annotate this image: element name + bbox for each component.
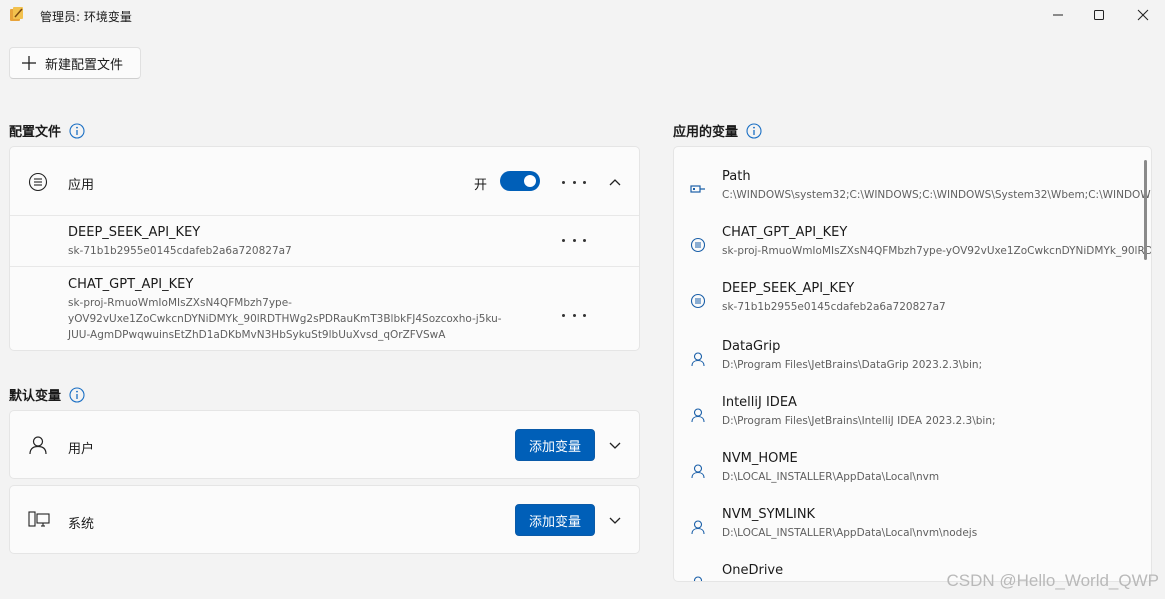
user-group-label: 用户 bbox=[68, 442, 95, 457]
profile-var-name: DEEP_SEEK_API_KEY bbox=[68, 225, 201, 240]
applied-var-name: NVM_HOME bbox=[722, 451, 798, 466]
new-profile-button[interactable]: 新建配置文件 bbox=[9, 47, 141, 79]
maximize-icon bbox=[1094, 10, 1104, 20]
profile-var-value-line: sk-proj-RmuoWmIoMIsZXsN4QFMbzh7ype- bbox=[68, 297, 292, 309]
path-icon bbox=[690, 185, 705, 193]
toggle-label: 开 bbox=[474, 178, 488, 193]
scrollbar[interactable] bbox=[1144, 160, 1147, 260]
list-item[interactable]: DataGrip D:\Program Files\JetBrains\Data… bbox=[674, 337, 1151, 393]
system-group-label: 系统 bbox=[68, 517, 95, 532]
profile-toggle[interactable] bbox=[500, 171, 540, 191]
profile-var-value-line: yOV92vUxe1ZoCwkcnDYNiDMYk_90lRDTHWg2sPDR… bbox=[68, 313, 502, 325]
title-bar: 管理员: 环境变量 bbox=[0, 0, 1165, 32]
user-icon bbox=[691, 520, 705, 535]
list-item[interactable]: IntelliJ IDEA D:\Program Files\JetBrains… bbox=[674, 393, 1151, 449]
applied-var-name: Path bbox=[722, 169, 751, 184]
watermark: CSDN @Hello_World_QWP bbox=[946, 571, 1160, 590]
new-profile-label: 新建配置文件 bbox=[45, 57, 124, 73]
maximize-button[interactable] bbox=[1076, 0, 1122, 30]
profile-card: 应用 开 DEEP_SEEK_API_KEY sk-71b1b2955e0145… bbox=[9, 146, 640, 351]
plus-icon bbox=[22, 56, 36, 70]
default-section-title: 默认变量 bbox=[9, 389, 62, 404]
add-system-variable-button[interactable]: 添加变量 bbox=[515, 504, 595, 536]
applied-var-value: C:\WINDOWS\system32;C:\WINDOWS;C:\WINDOW… bbox=[722, 189, 1152, 201]
chevron-down-icon[interactable] bbox=[608, 439, 622, 453]
info-icon[interactable] bbox=[69, 386, 85, 403]
chevron-up-icon[interactable] bbox=[608, 175, 622, 189]
applied-section-title: 应用的变量 bbox=[673, 125, 739, 140]
minimize-button[interactable] bbox=[1035, 0, 1081, 30]
system-icon bbox=[28, 511, 50, 527]
close-icon bbox=[1137, 9, 1149, 21]
user-icon bbox=[691, 352, 705, 367]
applied-var-value: D:\Program Files\JetBrains\DataGrip 2023… bbox=[722, 359, 983, 371]
info-icon[interactable] bbox=[746, 122, 762, 139]
default-section-header: 默认变量 bbox=[9, 385, 85, 404]
profile-name: 应用 bbox=[68, 178, 95, 193]
applied-var-value: D:\Program Files\JetBrains\IntelliJ IDEA… bbox=[722, 415, 996, 427]
list-item[interactable]: DEEP_SEEK_API_KEY sk-71b1b2955e0145cdafe… bbox=[674, 279, 1151, 335]
system-variables-card[interactable]: 系统 添加变量 bbox=[9, 485, 640, 554]
applied-var-name: CHAT_GPT_API_KEY bbox=[722, 225, 848, 240]
profile-var-value: sk-71b1b2955e0145cdafeb2a6a720827a7 bbox=[68, 245, 292, 257]
var-more-button[interactable] bbox=[562, 232, 586, 248]
applied-var-name: NVM_SYMLINK bbox=[722, 507, 816, 522]
applied-var-name: IntelliJ IDEA bbox=[722, 395, 797, 410]
applied-var-name: DataGrip bbox=[722, 339, 781, 354]
list-icon bbox=[690, 237, 706, 253]
info-icon[interactable] bbox=[69, 122, 85, 139]
list-item[interactable]: Path C:\WINDOWS\system32;C:\WINDOWS;C:\W… bbox=[674, 167, 1152, 223]
list-item[interactable]: NVM_HOME D:\LOCAL_INSTALLER\AppData\Loca… bbox=[674, 449, 1151, 505]
user-icon bbox=[693, 576, 703, 581]
window-title: 管理员: 环境变量 bbox=[40, 10, 132, 24]
var-more-button[interactable] bbox=[562, 307, 586, 323]
chevron-down-icon[interactable] bbox=[608, 514, 622, 528]
user-icon bbox=[691, 408, 705, 423]
list-item[interactable]: CHAT_GPT_API_KEY sk-proj-RmuoWmIoMIsZXsN… bbox=[674, 223, 1152, 279]
user-icon bbox=[29, 436, 47, 455]
applied-var-value: D:\LOCAL_INSTALLER\AppData\Local\nvm\nod… bbox=[722, 527, 978, 539]
list-icon bbox=[690, 293, 706, 309]
profile-var-value-line: JUU-AgmDPwqwuinsEtZhD1aDKbMvN3HbSykuSt9l… bbox=[68, 329, 446, 341]
app-icon bbox=[10, 7, 23, 21]
profile-var-name: CHAT_GPT_API_KEY bbox=[68, 277, 194, 292]
profiles-section-title: 配置文件 bbox=[9, 125, 62, 140]
applied-var-name: DEEP_SEEK_API_KEY bbox=[722, 281, 855, 296]
add-user-variable-button[interactable]: 添加变量 bbox=[515, 429, 595, 461]
profiles-section-header: 配置文件 bbox=[9, 121, 85, 140]
user-icon bbox=[691, 464, 705, 479]
close-button[interactable] bbox=[1120, 0, 1165, 30]
applied-variables-list[interactable]: Path C:\WINDOWS\system32;C:\WINDOWS;C:\W… bbox=[673, 146, 1152, 582]
applied-var-name: OneDrive bbox=[722, 563, 784, 578]
minimize-icon bbox=[1053, 14, 1063, 16]
applied-var-value: sk-71b1b2955e0145cdafeb2a6a720827a7 bbox=[722, 301, 946, 313]
applied-var-value: sk-proj-RmuoWmIoMIsZXsN4QFMbzh7ype-yOV92… bbox=[722, 245, 1152, 257]
list-item[interactable]: NVM_SYMLINK D:\LOCAL_INSTALLER\AppData\L… bbox=[674, 505, 1151, 561]
list-icon bbox=[28, 172, 48, 192]
user-variables-card[interactable]: 用户 添加变量 bbox=[9, 410, 640, 479]
applied-section-header: 应用的变量 bbox=[673, 121, 762, 140]
profile-more-button[interactable] bbox=[562, 174, 586, 190]
applied-var-value: D:\LOCAL_INSTALLER\AppData\Local\nvm bbox=[722, 471, 940, 483]
